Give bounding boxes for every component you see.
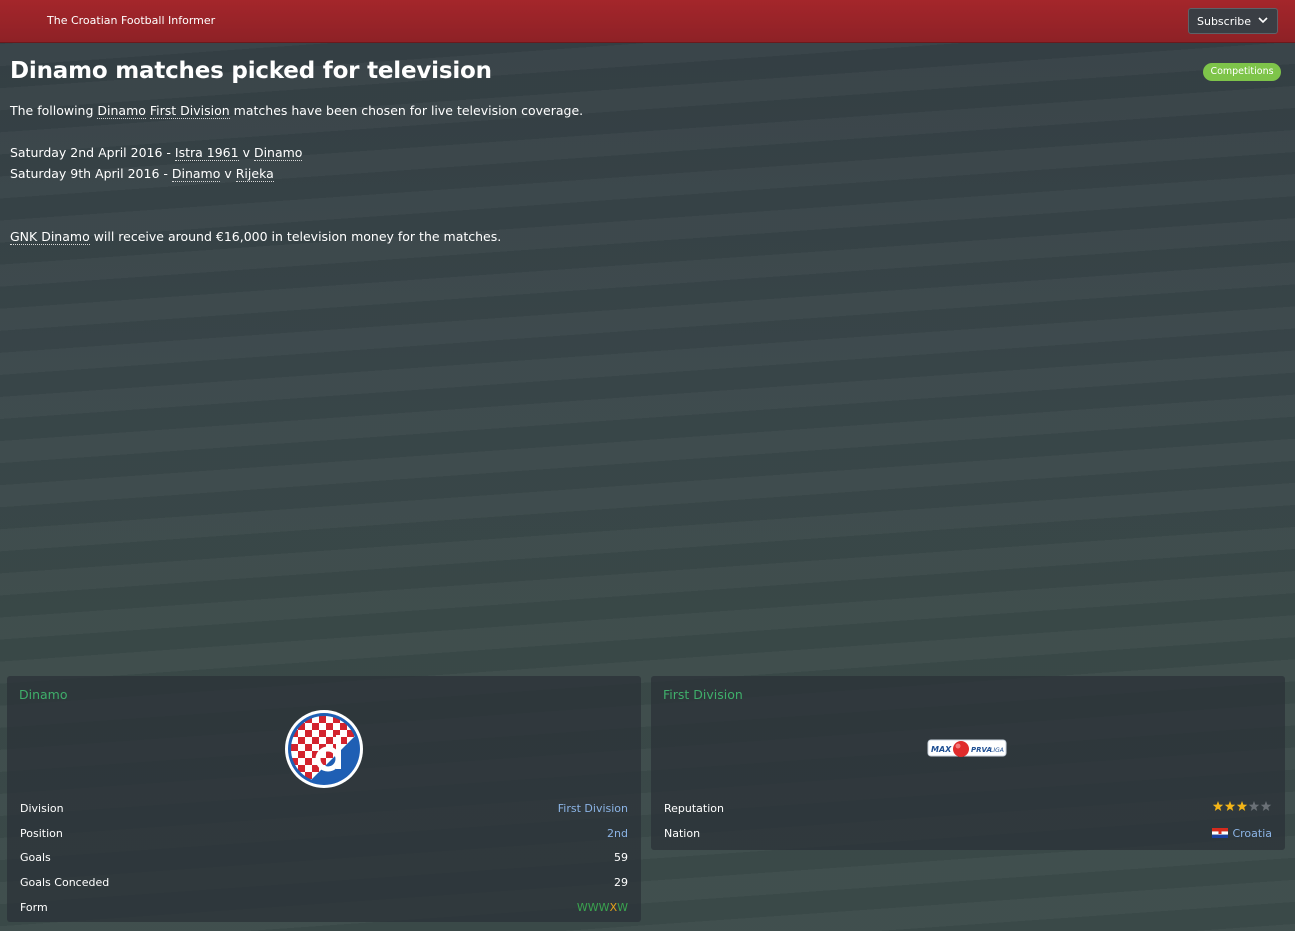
publication-name: The Croatian Football Informer [47,14,216,27]
away-team-link[interactable]: Dinamo [253,145,303,161]
star-filled-icon [1236,801,1248,811]
intro-text-after: matches have been chosen for live televi… [229,103,584,118]
home-team-link[interactable]: Dinamo [171,166,221,182]
league-card-title[interactable]: First Division [663,687,743,702]
dinamo-crest-icon [285,710,363,788]
intro-text-before: The following [10,103,98,118]
versus-text: v [220,166,236,181]
nation-value[interactable]: Croatia [1212,827,1272,840]
league-info-card: First Division MAX PRVA LIGA Reputation … [651,676,1285,850]
competition-link[interactable]: First Division [149,103,230,119]
position-label: Position [20,827,63,840]
division-row: Division First Division [20,800,628,818]
star-empty-icon [1260,801,1272,811]
match-line: Saturday 9th April 2016 - Dinamo v Rijek… [10,166,274,182]
form-result: X [609,901,618,914]
goals-conceded-label: Goals Conceded [20,876,110,889]
reputation-stars [1212,800,1272,815]
category-badge[interactable]: Competitions [1203,63,1281,81]
goals-row: Goals 59 [20,849,628,867]
versus-text: v [238,145,254,160]
match-date: Saturday 9th April 2016 - [10,166,172,181]
subscribe-button[interactable]: Subscribe [1188,8,1278,34]
match-date: Saturday 2nd April 2016 - [10,145,175,160]
reputation-label: Reputation [664,802,724,815]
logo-max-text: MAX [931,745,952,754]
form-result: W [587,901,599,914]
club-info-card: Dinamo Division First Division Position … [7,676,641,922]
home-team-link[interactable]: Istra 1961 [174,145,239,161]
form-label: Form [20,901,48,914]
team-link[interactable]: Dinamo [97,103,146,119]
star-filled-icon [1212,801,1224,811]
goals-value: 59 [614,851,628,864]
star-empty-icon [1248,801,1260,811]
form-result: W [598,901,610,914]
max-prva-liga-logo-icon: MAX PRVA LIGA [927,739,1007,757]
division-label: Division [20,802,64,815]
money-paragraph: GNK Dinamo will receive around €16,000 i… [10,229,502,245]
division-value[interactable]: First Division [558,802,628,815]
money-text: will receive around €16,000 in televisio… [89,229,502,244]
club-link[interactable]: GNK Dinamo [10,229,90,245]
nation-label: Nation [664,827,701,840]
reputation-row: Reputation [664,800,1272,818]
position-row: Position 2nd [20,825,628,843]
goals-conceded-row: Goals Conceded 29 [20,874,628,892]
logo-liga-text: LIGA [990,747,1004,754]
match-line: Saturday 2nd April 2016 - Istra 1961 v D… [10,145,303,161]
goals-conceded-value: 29 [614,876,628,889]
article-headline: Dinamo matches picked for television [10,58,492,84]
position-value[interactable]: 2nd [607,827,628,840]
form-result: W [576,901,588,914]
nation-row: Nation Croatia [664,825,1272,843]
chevron-down-icon [1258,17,1268,24]
croatia-flag-icon [1212,828,1229,838]
subscribe-label: Subscribe [1197,15,1252,28]
star-rating [1212,801,1272,811]
newspaper-header: The Croatian Football Informer Subscribe [0,0,1295,43]
star-filled-icon [1224,801,1236,811]
away-team-link[interactable]: Rijeka [235,166,274,182]
nation-name: Croatia [1232,827,1272,840]
goals-label: Goals [20,851,51,864]
form-result: W [617,901,628,914]
club-card-title[interactable]: Dinamo [19,687,68,702]
article-intro: The following Dinamo First Division matc… [10,103,584,119]
form-value: WWWXW [577,901,628,914]
logo-prva-text: PRVA [971,746,992,754]
form-row: Form WWWXW [20,899,628,917]
